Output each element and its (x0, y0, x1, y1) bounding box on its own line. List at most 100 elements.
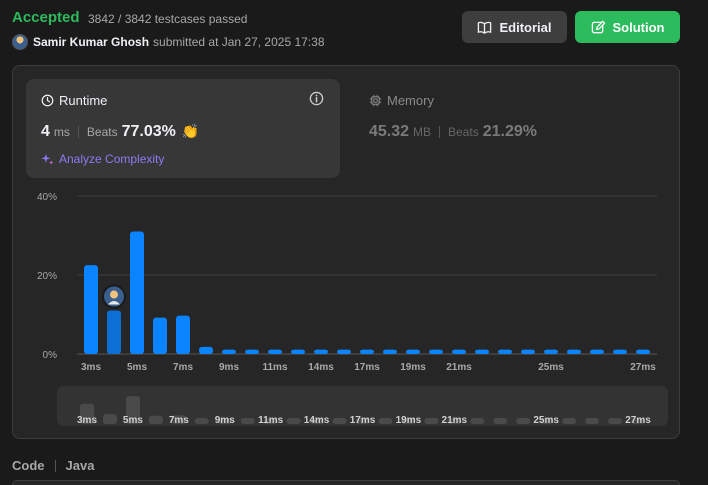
x-tick-label: 9ms (219, 362, 239, 373)
runtime-beats-label: Beats (86, 125, 118, 139)
minimap-bar (240, 418, 255, 424)
minimap-bar (424, 418, 439, 424)
book-icon (478, 21, 492, 34)
chart-bar[interactable] (590, 349, 604, 354)
memory-card[interactable]: Memory 45.32 MB Beats 21.29% (354, 79, 654, 178)
solution-label: Solution (612, 19, 665, 35)
minimap-tick-label: 7ms (169, 415, 189, 426)
minimap-tick-label: 5ms (123, 415, 143, 426)
memory-title-text: Memory (387, 93, 434, 108)
chart-bar[interactable] (383, 349, 397, 354)
user-avatar-marker (102, 284, 126, 309)
chart-bar[interactable] (337, 349, 351, 354)
chart-bar[interactable] (544, 349, 558, 354)
chart-bar[interactable] (84, 265, 98, 354)
minimap-bar (194, 418, 209, 424)
chart-bar[interactable] (613, 349, 627, 354)
runtime-beats-value: 77.03% (121, 123, 176, 140)
minimap-tick-label: 25ms (533, 415, 559, 426)
submitted-at: submitted at Jan 27, 2025 17:38 (153, 35, 325, 49)
minimap-bar (516, 418, 531, 424)
chart-bar[interactable] (199, 346, 213, 354)
info-icon[interactable] (309, 91, 324, 106)
x-tick-label: 3ms (81, 362, 101, 373)
minimap-bar (332, 418, 347, 424)
y-tick-label: 20% (37, 271, 57, 282)
editorial-button[interactable]: Editorial (462, 11, 567, 43)
editorial-label: Editorial (499, 19, 552, 35)
sparkle-icon (41, 153, 54, 165)
x-tick-label: 27ms (630, 362, 656, 373)
chart-bar[interactable] (176, 315, 190, 354)
minimap-tick-label: 14ms (304, 415, 330, 426)
minimap-tick-label: 21ms (442, 415, 468, 426)
minimap-tick-label: 27ms (625, 415, 651, 426)
chart-bar[interactable] (360, 349, 374, 354)
chart-bar[interactable] (268, 349, 282, 354)
x-tick-label: 19ms (400, 362, 426, 373)
chart-bar[interactable] (153, 317, 167, 354)
minimap-bar (562, 418, 577, 424)
chart-bar[interactable] (429, 349, 443, 354)
clap-icon: 👏 (181, 123, 200, 139)
minimap-bar (585, 418, 600, 424)
clock-icon (41, 94, 54, 107)
chart-bar[interactable] (475, 349, 489, 354)
submission-status: Accepted (12, 9, 80, 26)
runtime-title-text: Runtime (59, 93, 108, 108)
chart-bar[interactable] (452, 349, 466, 354)
x-tick-label: 21ms (446, 362, 472, 373)
memory-unit: MB (413, 125, 432, 139)
minimap-bar (286, 418, 301, 424)
chart-range-slider[interactable]: 3ms 5ms 7ms 9ms 11ms 14ms 17ms 19ms 21ms 25ms 27ms (57, 386, 668, 426)
x-tick-label: 5ms (127, 362, 147, 373)
x-tick-label: 14ms (308, 362, 334, 373)
memory-beats-label: Beats (448, 125, 479, 139)
edit-icon (591, 20, 605, 33)
divider (77, 126, 79, 138)
y-tick-label: 0% (43, 350, 58, 361)
minimap-tick-label: 19ms (396, 415, 422, 426)
chart-bar[interactable] (222, 349, 236, 354)
chart-bar[interactable] (406, 349, 420, 354)
chart-bar[interactable] (521, 349, 535, 354)
chart-bar[interactable] (498, 349, 512, 354)
runtime-unit: ms (53, 125, 70, 139)
minimap-tick-label: 9ms (215, 415, 235, 426)
divider (439, 126, 441, 138)
minimap-bar (102, 414, 117, 424)
chart-bar[interactable] (130, 231, 144, 354)
minimap-bar (493, 418, 508, 424)
chip-icon (369, 94, 382, 107)
memory-metric: 45.32 MB Beats 21.29% (369, 123, 537, 141)
analyze-complexity-label: Analyze Complexity (59, 152, 165, 166)
minimap-bar (608, 418, 623, 424)
minimap-bar (148, 415, 163, 424)
memory-value: 45.32 (369, 123, 410, 140)
runtime-value: 4 (41, 123, 50, 140)
chart-bar[interactable] (636, 349, 650, 354)
result-panel: Runtime 4 ms Beats 77.03% 👏 Analyze Comp… (12, 65, 680, 439)
minimap-tick-label: 11ms (258, 415, 283, 426)
memory-beats-value: 21.29% (482, 123, 537, 140)
code-language: Java (65, 458, 95, 473)
memory-title: Memory (369, 93, 434, 108)
runtime-card[interactable]: Runtime 4 ms Beats 77.03% 👏 Analyze Comp… (26, 79, 340, 178)
testcases-passed: 3842 / 3842 testcases passed (88, 12, 248, 26)
code-label: Code (12, 458, 45, 473)
chart-bar[interactable] (107, 310, 121, 354)
chart-bar[interactable] (567, 349, 581, 354)
chart-bar[interactable] (245, 349, 259, 354)
minimap-chart: 3ms 5ms 7ms 9ms 11ms 14ms 17ms 19ms 21ms 25ms 27ms (77, 396, 651, 426)
code-editor (12, 480, 680, 485)
chart-bar[interactable] (291, 349, 305, 354)
runtime-title: Runtime (41, 93, 107, 108)
user-name[interactable]: Samir Kumar Ghosh (33, 35, 149, 49)
solution-button[interactable]: Solution (575, 11, 680, 43)
analyze-complexity-link[interactable]: Analyze Complexity (41, 152, 164, 166)
avatar[interactable] (12, 34, 28, 50)
runtime-metric: 4 ms Beats 77.03% 👏 (41, 123, 199, 141)
submission-header: Accepted 3842 / 3842 testcases passed Sa… (12, 8, 680, 56)
runtime-distribution-chart[interactable]: 0% 20% 40% 3ms 5ms 7ms 9ms 11ms 14ms 17ms 19ms 21ms… (13, 184, 681, 384)
chart-bar[interactable] (314, 349, 328, 354)
